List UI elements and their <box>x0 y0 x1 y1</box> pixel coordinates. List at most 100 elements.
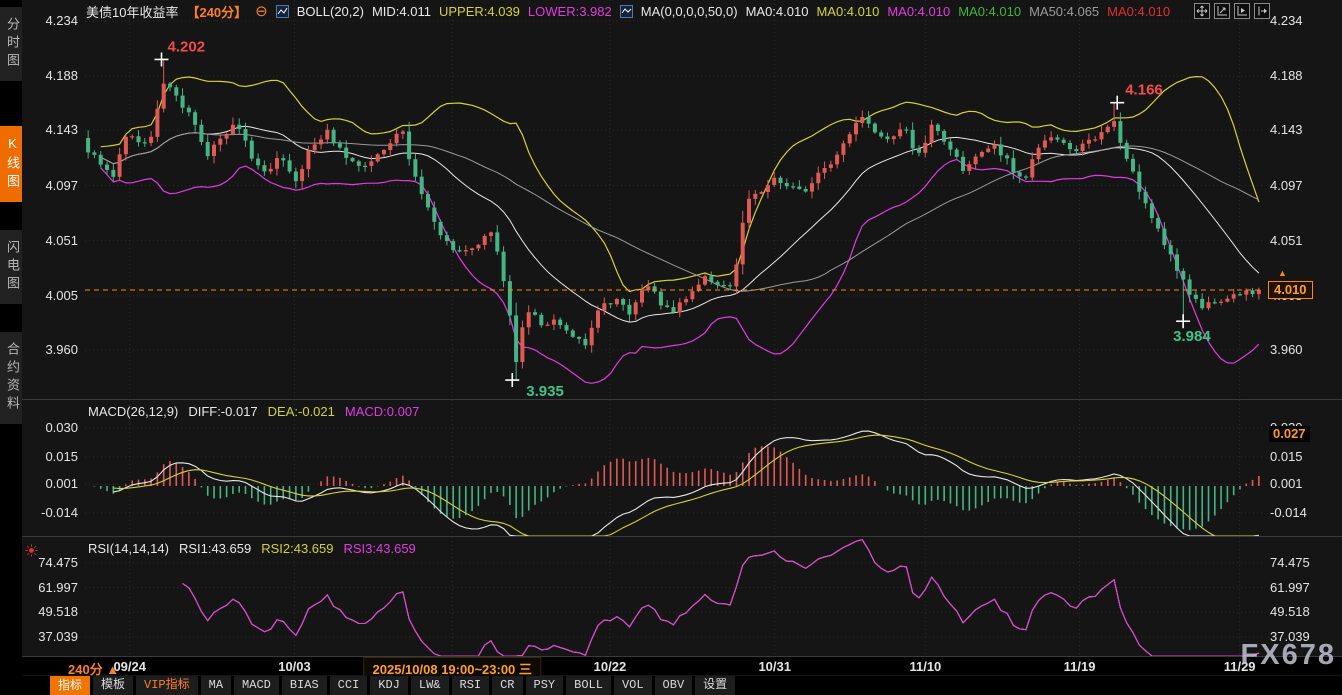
toolbar-tab-MACD[interactable]: MACD <box>234 676 279 695</box>
rsi2-value: RSI2:43.659 <box>261 541 333 556</box>
x-axis-label: 10/22 <box>594 659 627 674</box>
ma50-line <box>101 133 1259 292</box>
rsi1-value: RSI1:43.659 <box>179 541 251 556</box>
y-axis-label-left: 3.960 <box>26 342 78 358</box>
y-axis-label-right: 49.518 <box>1270 604 1310 620</box>
toolbar-tab-指标[interactable]: 指标 <box>50 676 90 695</box>
macd-highlight-value: 0.027 <box>1269 426 1310 442</box>
ma-value: MA0:4.010 <box>746 4 809 19</box>
scale-x-axis-icon[interactable] <box>1234 3 1250 19</box>
rsi3-value: RSI3:43.659 <box>344 541 416 556</box>
x-axis-label: 10/31 <box>758 659 791 674</box>
scale-y-axis-icon[interactable] <box>1214 3 1230 19</box>
rsi3-line <box>183 540 1259 656</box>
toolbar-tab-RSI[interactable]: RSI <box>452 676 490 695</box>
watermark: FX678 <box>1241 639 1336 672</box>
toolbar-tab-VOL[interactable]: VOL <box>614 676 652 695</box>
shift-right-icon[interactable] <box>1254 3 1270 19</box>
macd-params-label: MACD(26,12,9) <box>88 404 178 419</box>
toolbar-tab-KDJ[interactable]: KDJ <box>370 676 408 695</box>
ma-params-label: MA(0,0,0,0,50,0) <box>641 4 738 19</box>
y-axis-label-right: 0.001 <box>1270 476 1303 492</box>
ma-value: MA0:4.010 <box>887 4 950 19</box>
period-label[interactable]: 【240分】 <box>186 2 247 21</box>
toolbar-tab-LW&[interactable]: LW& <box>411 676 449 695</box>
ma-value: MA50:4.065 <box>1029 4 1099 19</box>
y-axis-label-right: 4.234 <box>1270 13 1303 29</box>
chart-header: 美债10年收益率 【240分】 ⊖ BOLL(20,2) MID:4.011 U… <box>86 3 1178 19</box>
toolbar-tab-CR[interactable]: CR <box>492 676 522 695</box>
panel-divider <box>22 399 1342 400</box>
rsi-params-label: RSI(14,14,14) <box>88 541 169 556</box>
boll-mid-line <box>101 126 1259 322</box>
boll-upper-value: UPPER:4.039 <box>439 4 520 19</box>
price-annotation: 4.202 <box>155 38 206 66</box>
toolbar-tab-PSY[interactable]: PSY <box>526 676 564 695</box>
boll-indicator-icon[interactable] <box>276 5 289 18</box>
y-axis-label-left: 0.030 <box>26 420 78 436</box>
toolbar-tab-BIAS[interactable]: BIAS <box>282 676 327 695</box>
candlesticks <box>86 59 1261 380</box>
bottom-toolbar: 指标模板VIP指标MAMACDBIASCCIKDJLW&RSICRPSYBOLL… <box>22 676 1342 695</box>
boll-params-label: BOLL(20,2) <box>297 4 364 19</box>
y-axis-label-right: 4.143 <box>1270 122 1303 138</box>
sidebar-item-time-chart[interactable]: 分时图 <box>0 7 22 81</box>
y-axis-label-left: 61.997 <box>26 580 78 596</box>
sidebar: 分时图 K线图 闪电图 合约资料 <box>0 0 22 695</box>
x-axis-label: 11/10 <box>909 659 941 674</box>
collapse-icon[interactable]: ⊖ <box>255 5 268 18</box>
y-axis-label-left: 4.097 <box>26 178 78 194</box>
pan-icon[interactable] <box>1194 3 1210 19</box>
rsi2-line <box>183 540 1259 656</box>
macd-chart-canvas[interactable] <box>22 400 1342 537</box>
toolbar-tab-OBV[interactable]: OBV <box>655 676 693 695</box>
chart-window-controls <box>1194 3 1270 19</box>
sidebar-item-contract-info[interactable]: 合约资料 <box>0 332 22 424</box>
ma-indicator-icon[interactable] <box>620 5 633 18</box>
y-axis-label-left: 4.143 <box>26 122 78 138</box>
app-window: 分时图 K线图 闪电图 合约资料 4.2024.1663.9353.984 美债… <box>0 0 1342 695</box>
toolbar-tab-设置[interactable]: 设置 <box>695 676 735 695</box>
y-axis-label-left: 4.051 <box>26 233 78 249</box>
sidebar-item-kline-chart[interactable]: K线图 <box>0 126 22 202</box>
toolbar-tab-MA[interactable]: MA <box>201 676 231 695</box>
y-axis-label-right: 4.188 <box>1270 68 1303 84</box>
ma-values-group: MA0:4.010 MA0:4.010 MA0:4.010 MA0:4.010 MA50… <box>746 4 1178 19</box>
macd-diff-value: DIFF:-0.017 <box>188 404 257 419</box>
y-axis-label-right: 61.997 <box>1270 580 1310 596</box>
ma-value: MA0:4.010 <box>1107 4 1170 19</box>
svg-text:4.202: 4.202 <box>168 38 206 55</box>
y-axis-label-right: -0.014 <box>1270 505 1307 521</box>
macd-dea-value: DEA:-0.021 <box>268 404 335 419</box>
toolbar-tab-CCI[interactable]: CCI <box>330 676 368 695</box>
sidebar-item-lightning-chart[interactable]: 闪电图 <box>0 230 22 304</box>
current-price-tag: 4.010 <box>1268 281 1313 299</box>
toolbar-tab-VIP指标[interactable]: VIP指标 <box>136 676 198 695</box>
price-annotation: 3.984 <box>1173 314 1211 345</box>
y-axis-label-left: -0.014 <box>26 505 78 521</box>
price-annotation: 3.935 <box>505 373 564 400</box>
boll-mid-value: MID:4.011 <box>372 4 431 19</box>
y-axis-label-left: 4.188 <box>26 68 78 84</box>
toolbar-tab-BOLL[interactable]: BOLL <box>566 676 611 695</box>
y-axis-label-left: 4.234 <box>26 13 78 29</box>
chart-area: 4.2024.1663.9353.984 美债10年收益率 【240分】 ⊖ B… <box>22 0 1342 695</box>
y-axis-label-right: 4.051 <box>1270 233 1303 249</box>
price-chart-canvas[interactable]: 4.2024.1663.9353.984 <box>22 0 1342 400</box>
boll-lower-value: LOWER:3.982 <box>528 4 612 19</box>
y-axis-label-left: 0.015 <box>26 449 78 465</box>
toolbar-tab-模板[interactable]: 模板 <box>93 676 133 695</box>
rsi1-line <box>183 540 1259 656</box>
x-axis-label: 10/03 <box>278 659 311 674</box>
x-axis-label: 09/24 <box>113 659 146 674</box>
panel-divider <box>22 536 1342 537</box>
gridlines <box>85 0 1262 400</box>
svg-text:3.935: 3.935 <box>526 383 564 400</box>
ma-value: MA0:4.010 <box>816 4 879 19</box>
indicator-alert-icon[interactable] <box>25 544 38 562</box>
x-axis-row: 240分 ▲ 09/2410/0310/2210/3111/1011/1911/… <box>22 657 1342 675</box>
macd-header: MACD(26,12,9) DIFF:-0.017 DEA:-0.021 MAC… <box>88 404 419 419</box>
y-axis-label-left: 49.518 <box>26 604 78 620</box>
y-axis-label-left: 4.005 <box>26 288 78 304</box>
y-axis-label-right: 0.015 <box>1270 449 1303 465</box>
